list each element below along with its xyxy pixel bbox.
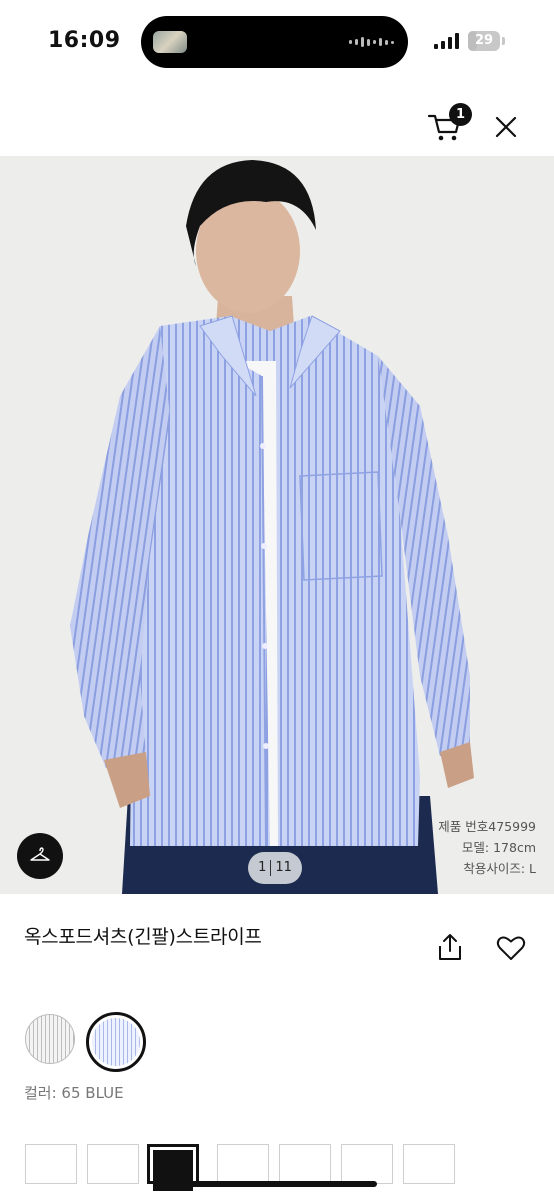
- share-button[interactable]: [436, 932, 464, 962]
- pager-current: 1: [258, 860, 267, 875]
- size-option[interactable]: [341, 1144, 393, 1184]
- size-option[interactable]: [279, 1144, 331, 1184]
- size-option-selected[interactable]: [147, 1144, 199, 1191]
- wishlist-button[interactable]: [496, 934, 526, 962]
- color-swatch-blue-stripe[interactable]: [92, 1018, 140, 1066]
- hanger-icon: [30, 847, 50, 861]
- battery-cap: [502, 37, 505, 45]
- pager-divider: [270, 859, 272, 876]
- model-info: 제품 번호475999 모델: 178cm 착용사이즈: L: [438, 816, 536, 879]
- audio-waveform-icon: [349, 36, 394, 48]
- model-size: 착용사이즈: L: [463, 861, 536, 876]
- cellular-signal-icon: [434, 33, 459, 49]
- product-model-photo: [70, 160, 474, 894]
- battery-icon: 29: [468, 31, 500, 51]
- color-label: 컬러: 65 BLUE: [24, 1084, 124, 1102]
- status-bar: 16:09 29: [0, 0, 554, 84]
- size-option[interactable]: [25, 1144, 77, 1184]
- status-time: 16:09: [48, 28, 121, 53]
- dynamic-island[interactable]: [141, 16, 408, 68]
- size-option[interactable]: [87, 1144, 139, 1184]
- home-indicator[interactable]: [177, 1181, 377, 1187]
- close-button[interactable]: [490, 111, 522, 143]
- heart-icon: [496, 936, 526, 960]
- size-option[interactable]: [403, 1144, 455, 1184]
- product-title: 옥스포드셔츠(긴팔)스트라이프: [24, 926, 262, 948]
- product-number: 제품 번호475999: [438, 819, 536, 834]
- close-icon: [495, 116, 517, 138]
- image-pager: 1 11: [248, 852, 302, 884]
- pager-total: 11: [275, 860, 292, 875]
- now-playing-artwork: [153, 31, 187, 53]
- share-icon: [439, 934, 461, 960]
- try-on-button[interactable]: [17, 833, 63, 879]
- color-swatch-gray-stripe[interactable]: [25, 1014, 75, 1064]
- cart-count-badge: 1: [449, 103, 472, 126]
- product-image-gallery[interactable]: [0, 156, 554, 894]
- battery-percent: 29: [474, 33, 494, 48]
- model-height: 모델: 178cm: [461, 840, 536, 855]
- size-option[interactable]: [217, 1144, 269, 1184]
